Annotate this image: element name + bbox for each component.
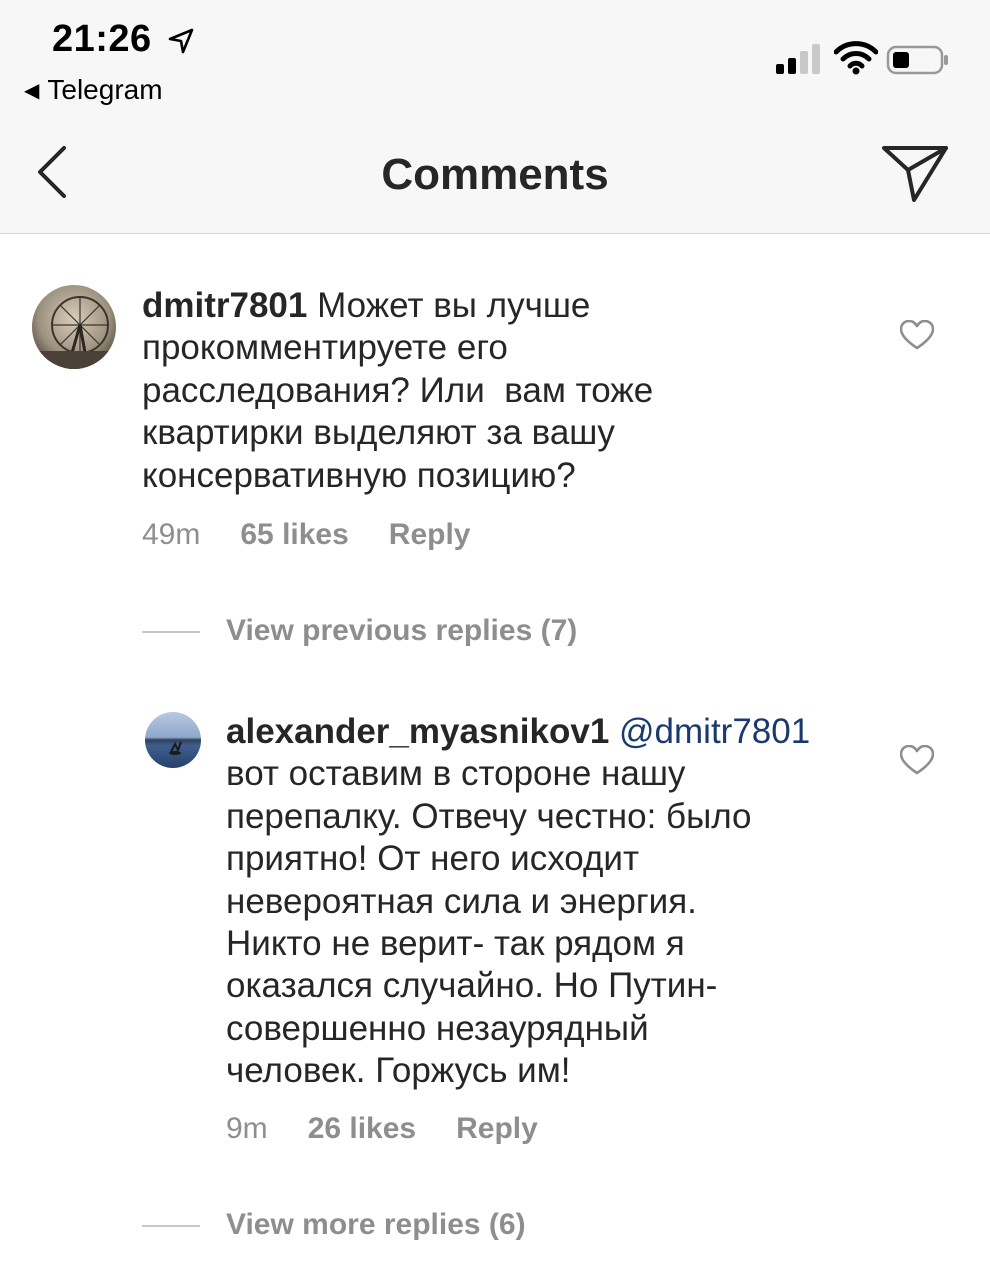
comment-line: совершенно незаурядный: [226, 1008, 649, 1048]
likes-count[interactable]: 26 likes: [308, 1112, 416, 1145]
divider-line: [142, 631, 200, 634]
view-previous-replies-button[interactable]: View previous replies (7): [142, 614, 577, 648]
comment-time: 9m: [226, 1112, 268, 1145]
avatar[interactable]: [145, 712, 201, 768]
comment-line: прокомментируете его: [142, 328, 508, 368]
comment-line: невероятная сила и энергия.: [226, 881, 697, 921]
view-more-replies-label: View more replies (6): [226, 1208, 526, 1241]
avatar[interactable]: [32, 285, 116, 369]
battery-icon: [886, 45, 948, 75]
view-previous-replies-label: View previous replies (7): [226, 614, 578, 647]
send-icon[interactable]: [880, 142, 950, 204]
comment-line: Никто не верит- так рядом я: [226, 924, 685, 964]
back-triangle-icon: ◀: [24, 80, 40, 102]
comment-meta: 49m 65 likes Reply: [142, 518, 511, 552]
status-bar: 21:26 ◀ Telegram: [0, 0, 990, 120]
comment-line: человек. Горжусь им!: [226, 1051, 571, 1091]
ferris-wheel-avatar-image: [32, 285, 116, 369]
heart-icon[interactable]: [900, 745, 934, 775]
view-more-replies-button[interactable]: View more replies (6): [142, 1208, 526, 1242]
navigation-bar: Comments: [0, 120, 990, 234]
comment-line: оказался случайно. Но Путин-: [226, 966, 718, 1006]
comment-line: dmitr7801 Может вы лучше: [142, 285, 842, 327]
comment-line: расследования? Или вам тоже: [142, 370, 654, 410]
mention-link[interactable]: @dmitr7801: [619, 712, 810, 751]
likes-count[interactable]: 65 likes: [240, 518, 348, 551]
back-app-label: Telegram: [47, 74, 163, 105]
comment-time: 49m: [142, 518, 201, 551]
wifi-icon: [834, 41, 878, 75]
comment-username[interactable]: dmitr7801: [142, 286, 307, 325]
comment-line: вот оставим в стороне нашу: [226, 754, 686, 794]
comment-line: консервативную позицию?: [142, 455, 576, 495]
comment-meta: 9m 26 likes Reply: [226, 1112, 578, 1146]
comment-line: alexander_myasnikov1 @dmitr7801: [226, 711, 866, 753]
comment-text: alexander_myasnikov1 @dmitr7801 вот оста…: [226, 711, 866, 1093]
comment-line: перепалку. Отвечу честно: было: [226, 796, 752, 836]
divider-line: [142, 1225, 200, 1228]
reply-button[interactable]: Reply: [389, 518, 471, 551]
heart-icon[interactable]: [900, 320, 934, 350]
reply-button[interactable]: Reply: [456, 1112, 538, 1145]
cellular-signal-icon: [776, 44, 820, 74]
comment-username[interactable]: alexander_myasnikov1: [226, 712, 609, 751]
back-to-app-link[interactable]: ◀ Telegram: [24, 74, 163, 106]
location-arrow-icon: [168, 28, 194, 54]
lake-avatar-image: [145, 712, 201, 768]
comment-line: приятно! От него исходит: [226, 839, 640, 879]
page-title: Comments: [381, 150, 609, 199]
comment-line: квартирки выделяют за вашу: [142, 413, 615, 453]
comment-text: dmitr7801 Может вы лучше прокомментирует…: [142, 285, 842, 497]
clock-time: 21:26: [52, 18, 152, 60]
comment-line-text: Может вы лучше: [317, 286, 591, 325]
